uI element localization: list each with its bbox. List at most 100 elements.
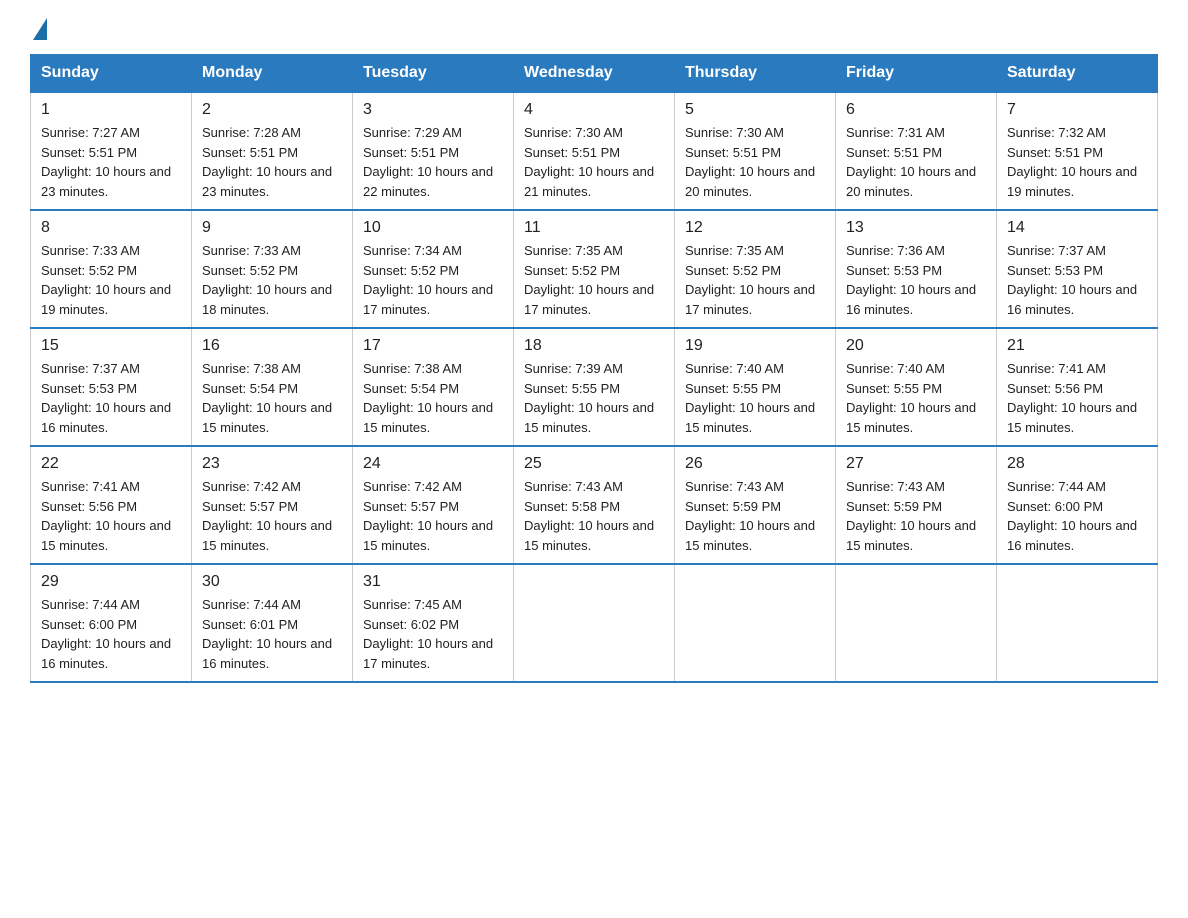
day-info: Sunrise: 7:27 AMSunset: 5:51 PMDaylight:… — [41, 125, 171, 199]
calendar-cell: 9 Sunrise: 7:33 AMSunset: 5:52 PMDayligh… — [192, 210, 353, 328]
page-header — [30, 20, 1158, 36]
calendar-cell: 19 Sunrise: 7:40 AMSunset: 5:55 PMDaylig… — [675, 328, 836, 446]
day-number: 27 — [846, 455, 986, 473]
calendar-cell: 20 Sunrise: 7:40 AMSunset: 5:55 PMDaylig… — [836, 328, 997, 446]
day-info: Sunrise: 7:43 AMSunset: 5:59 PMDaylight:… — [846, 479, 976, 553]
day-number: 4 — [524, 101, 664, 119]
calendar-cell — [514, 564, 675, 682]
day-number: 1 — [41, 101, 181, 119]
day-number: 13 — [846, 219, 986, 237]
calendar-cell: 12 Sunrise: 7:35 AMSunset: 5:52 PMDaylig… — [675, 210, 836, 328]
day-info: Sunrise: 7:37 AMSunset: 5:53 PMDaylight:… — [41, 361, 171, 435]
day-info: Sunrise: 7:32 AMSunset: 5:51 PMDaylight:… — [1007, 125, 1137, 199]
header-wednesday: Wednesday — [514, 55, 675, 93]
calendar-week-row: 22 Sunrise: 7:41 AMSunset: 5:56 PMDaylig… — [31, 446, 1158, 564]
day-number: 2 — [202, 101, 342, 119]
day-number: 15 — [41, 337, 181, 355]
calendar-week-row: 29 Sunrise: 7:44 AMSunset: 6:00 PMDaylig… — [31, 564, 1158, 682]
day-number: 6 — [846, 101, 986, 119]
calendar-cell — [836, 564, 997, 682]
calendar-cell: 7 Sunrise: 7:32 AMSunset: 5:51 PMDayligh… — [997, 92, 1158, 210]
day-number: 21 — [1007, 337, 1147, 355]
day-info: Sunrise: 7:28 AMSunset: 5:51 PMDaylight:… — [202, 125, 332, 199]
day-info: Sunrise: 7:33 AMSunset: 5:52 PMDaylight:… — [41, 243, 171, 317]
day-number: 20 — [846, 337, 986, 355]
calendar-cell: 30 Sunrise: 7:44 AMSunset: 6:01 PMDaylig… — [192, 564, 353, 682]
day-number: 31 — [363, 573, 503, 591]
calendar-cell: 14 Sunrise: 7:37 AMSunset: 5:53 PMDaylig… — [997, 210, 1158, 328]
header-sunday: Sunday — [31, 55, 192, 93]
logo — [30, 20, 47, 36]
day-info: Sunrise: 7:40 AMSunset: 5:55 PMDaylight:… — [846, 361, 976, 435]
calendar-cell: 5 Sunrise: 7:30 AMSunset: 5:51 PMDayligh… — [675, 92, 836, 210]
calendar-cell: 11 Sunrise: 7:35 AMSunset: 5:52 PMDaylig… — [514, 210, 675, 328]
calendar-header-row: SundayMondayTuesdayWednesdayThursdayFrid… — [31, 55, 1158, 93]
calendar-cell: 31 Sunrise: 7:45 AMSunset: 6:02 PMDaylig… — [353, 564, 514, 682]
day-info: Sunrise: 7:34 AMSunset: 5:52 PMDaylight:… — [363, 243, 493, 317]
day-info: Sunrise: 7:38 AMSunset: 5:54 PMDaylight:… — [202, 361, 332, 435]
day-number: 10 — [363, 219, 503, 237]
calendar-cell: 18 Sunrise: 7:39 AMSunset: 5:55 PMDaylig… — [514, 328, 675, 446]
calendar-cell: 17 Sunrise: 7:38 AMSunset: 5:54 PMDaylig… — [353, 328, 514, 446]
calendar-cell — [997, 564, 1158, 682]
day-info: Sunrise: 7:31 AMSunset: 5:51 PMDaylight:… — [846, 125, 976, 199]
calendar-cell: 26 Sunrise: 7:43 AMSunset: 5:59 PMDaylig… — [675, 446, 836, 564]
day-number: 16 — [202, 337, 342, 355]
day-info: Sunrise: 7:41 AMSunset: 5:56 PMDaylight:… — [41, 479, 171, 553]
day-info: Sunrise: 7:36 AMSunset: 5:53 PMDaylight:… — [846, 243, 976, 317]
calendar-cell: 24 Sunrise: 7:42 AMSunset: 5:57 PMDaylig… — [353, 446, 514, 564]
day-number: 7 — [1007, 101, 1147, 119]
day-info: Sunrise: 7:44 AMSunset: 6:00 PMDaylight:… — [1007, 479, 1137, 553]
calendar-week-row: 1 Sunrise: 7:27 AMSunset: 5:51 PMDayligh… — [31, 92, 1158, 210]
calendar-week-row: 15 Sunrise: 7:37 AMSunset: 5:53 PMDaylig… — [31, 328, 1158, 446]
day-info: Sunrise: 7:45 AMSunset: 6:02 PMDaylight:… — [363, 597, 493, 671]
day-info: Sunrise: 7:33 AMSunset: 5:52 PMDaylight:… — [202, 243, 332, 317]
day-info: Sunrise: 7:42 AMSunset: 5:57 PMDaylight:… — [202, 479, 332, 553]
calendar-cell: 22 Sunrise: 7:41 AMSunset: 5:56 PMDaylig… — [31, 446, 192, 564]
header-saturday: Saturday — [997, 55, 1158, 93]
day-info: Sunrise: 7:30 AMSunset: 5:51 PMDaylight:… — [685, 125, 815, 199]
day-number: 5 — [685, 101, 825, 119]
day-number: 14 — [1007, 219, 1147, 237]
header-tuesday: Tuesday — [353, 55, 514, 93]
calendar-table: SundayMondayTuesdayWednesdayThursdayFrid… — [30, 54, 1158, 683]
day-number: 11 — [524, 219, 664, 237]
header-thursday: Thursday — [675, 55, 836, 93]
calendar-cell: 25 Sunrise: 7:43 AMSunset: 5:58 PMDaylig… — [514, 446, 675, 564]
day-info: Sunrise: 7:42 AMSunset: 5:57 PMDaylight:… — [363, 479, 493, 553]
day-number: 29 — [41, 573, 181, 591]
day-number: 22 — [41, 455, 181, 473]
calendar-cell: 27 Sunrise: 7:43 AMSunset: 5:59 PMDaylig… — [836, 446, 997, 564]
day-info: Sunrise: 7:37 AMSunset: 5:53 PMDaylight:… — [1007, 243, 1137, 317]
day-info: Sunrise: 7:39 AMSunset: 5:55 PMDaylight:… — [524, 361, 654, 435]
calendar-cell: 3 Sunrise: 7:29 AMSunset: 5:51 PMDayligh… — [353, 92, 514, 210]
calendar-cell: 29 Sunrise: 7:44 AMSunset: 6:00 PMDaylig… — [31, 564, 192, 682]
calendar-cell — [675, 564, 836, 682]
day-number: 17 — [363, 337, 503, 355]
calendar-cell: 13 Sunrise: 7:36 AMSunset: 5:53 PMDaylig… — [836, 210, 997, 328]
day-info: Sunrise: 7:43 AMSunset: 5:58 PMDaylight:… — [524, 479, 654, 553]
calendar-cell: 2 Sunrise: 7:28 AMSunset: 5:51 PMDayligh… — [192, 92, 353, 210]
calendar-cell: 15 Sunrise: 7:37 AMSunset: 5:53 PMDaylig… — [31, 328, 192, 446]
day-number: 19 — [685, 337, 825, 355]
day-info: Sunrise: 7:44 AMSunset: 6:01 PMDaylight:… — [202, 597, 332, 671]
day-number: 26 — [685, 455, 825, 473]
day-number: 12 — [685, 219, 825, 237]
calendar-cell: 16 Sunrise: 7:38 AMSunset: 5:54 PMDaylig… — [192, 328, 353, 446]
day-info: Sunrise: 7:44 AMSunset: 6:00 PMDaylight:… — [41, 597, 171, 671]
day-number: 30 — [202, 573, 342, 591]
calendar-cell: 8 Sunrise: 7:33 AMSunset: 5:52 PMDayligh… — [31, 210, 192, 328]
day-info: Sunrise: 7:43 AMSunset: 5:59 PMDaylight:… — [685, 479, 815, 553]
calendar-cell: 23 Sunrise: 7:42 AMSunset: 5:57 PMDaylig… — [192, 446, 353, 564]
day-number: 23 — [202, 455, 342, 473]
day-number: 18 — [524, 337, 664, 355]
day-info: Sunrise: 7:30 AMSunset: 5:51 PMDaylight:… — [524, 125, 654, 199]
day-info: Sunrise: 7:40 AMSunset: 5:55 PMDaylight:… — [685, 361, 815, 435]
day-number: 25 — [524, 455, 664, 473]
calendar-week-row: 8 Sunrise: 7:33 AMSunset: 5:52 PMDayligh… — [31, 210, 1158, 328]
day-number: 9 — [202, 219, 342, 237]
calendar-cell: 6 Sunrise: 7:31 AMSunset: 5:51 PMDayligh… — [836, 92, 997, 210]
day-info: Sunrise: 7:35 AMSunset: 5:52 PMDaylight:… — [685, 243, 815, 317]
calendar-cell: 10 Sunrise: 7:34 AMSunset: 5:52 PMDaylig… — [353, 210, 514, 328]
logo-triangle-icon — [33, 18, 47, 40]
